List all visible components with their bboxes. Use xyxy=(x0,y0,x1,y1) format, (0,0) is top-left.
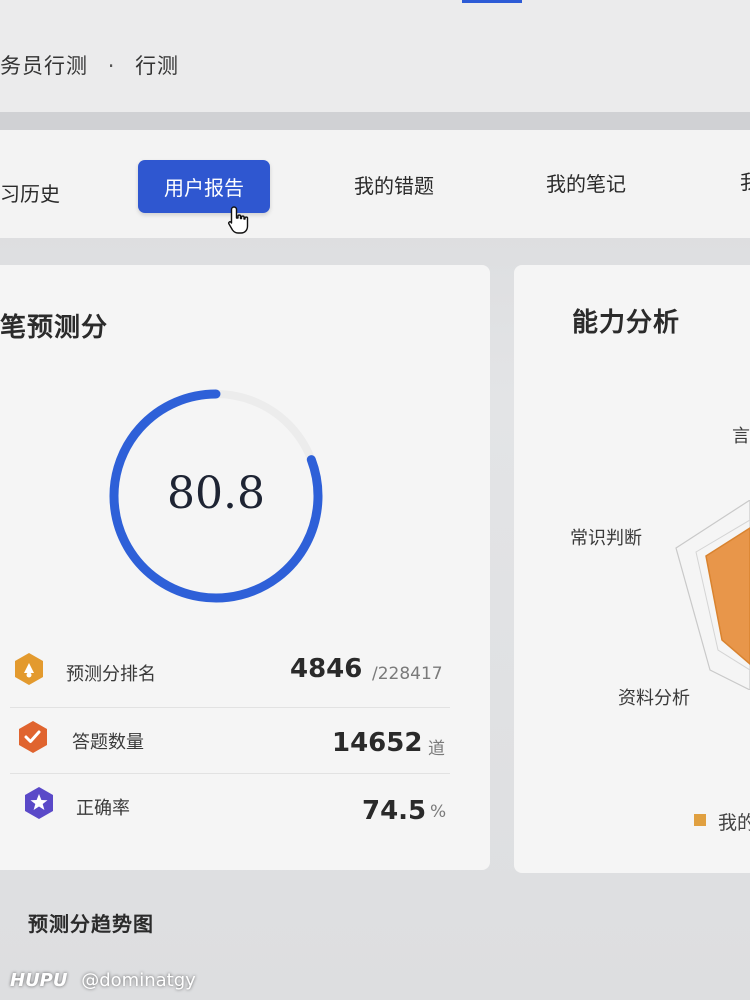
star-accuracy-icon xyxy=(25,787,53,819)
watermark-user: @dominatgy xyxy=(81,970,196,991)
predicted-score-value: 80.8 xyxy=(167,468,265,519)
tab-practice-history[interactable]: 习历史 xyxy=(0,178,60,207)
breadcrumb: 务员行测 · 行测 xyxy=(0,50,179,80)
stat-row-accuracy: 正确率 74.5 % xyxy=(0,774,450,834)
watermark: HUPU @dominatgy xyxy=(10,970,196,991)
stat-label: 正确率 xyxy=(76,798,130,819)
stat-value: 14652 xyxy=(332,728,423,758)
stat-unit: 道 xyxy=(428,739,445,759)
stat-row-rank: 预测分排名 4846 /228417 xyxy=(0,640,450,700)
stat-label: 预测分排名 xyxy=(66,664,156,685)
tab-my-notes[interactable]: 我的笔记 xyxy=(546,168,626,197)
legend-label-mine[interactable]: 我的 xyxy=(718,808,750,835)
stat-unit: % xyxy=(430,802,447,822)
tab-my-mistakes[interactable]: 我的错题 xyxy=(354,170,434,199)
stat-row-answer-count: 答题数量 14652 道 xyxy=(0,710,450,770)
header-bar: 务员行测 · 行测 xyxy=(0,0,750,112)
watermark-brand: HUPU xyxy=(10,970,68,991)
radar-axis-label: 资料分析 xyxy=(618,688,690,709)
stat-value: 4846 xyxy=(290,654,363,684)
radar-axis-label: 常识判断 xyxy=(570,528,642,549)
radar-series-mine xyxy=(705,527,750,665)
tab-bar: 习历史 用户报告 我的错题 我的笔记 我 xyxy=(0,130,750,238)
stat-divider xyxy=(10,707,450,708)
score-card-title: 笔预测分 xyxy=(0,313,109,343)
breadcrumb-item-exam[interactable]: 务员行测 xyxy=(0,54,88,78)
hand-pointer-icon xyxy=(228,206,249,234)
stat-value: 74.5 xyxy=(362,796,427,826)
legend-swatch-mine xyxy=(694,814,706,826)
breadcrumb-item-subject[interactable]: 行测 xyxy=(135,54,179,78)
tab-more[interactable]: 我 xyxy=(740,166,750,195)
radar-axis-label: 言 xyxy=(732,426,750,447)
header-accent-bar xyxy=(462,0,522,3)
breadcrumb-separator: · xyxy=(107,54,116,78)
page: 务员行测 · 行测 习历史 用户报告 我的错题 我的笔记 我 笔预测分 80.8… xyxy=(0,0,750,1000)
ability-radar-chart xyxy=(675,500,750,690)
trend-chart-title: 预测分趋势图 xyxy=(28,912,154,936)
rank-badge-icon xyxy=(15,653,43,685)
answer-count-icon xyxy=(19,721,47,753)
stat-unit: /228417 xyxy=(372,664,443,684)
header-divider-band xyxy=(0,112,750,130)
ability-card-title: 能力分析 xyxy=(572,308,681,338)
stat-label: 答题数量 xyxy=(72,732,144,753)
